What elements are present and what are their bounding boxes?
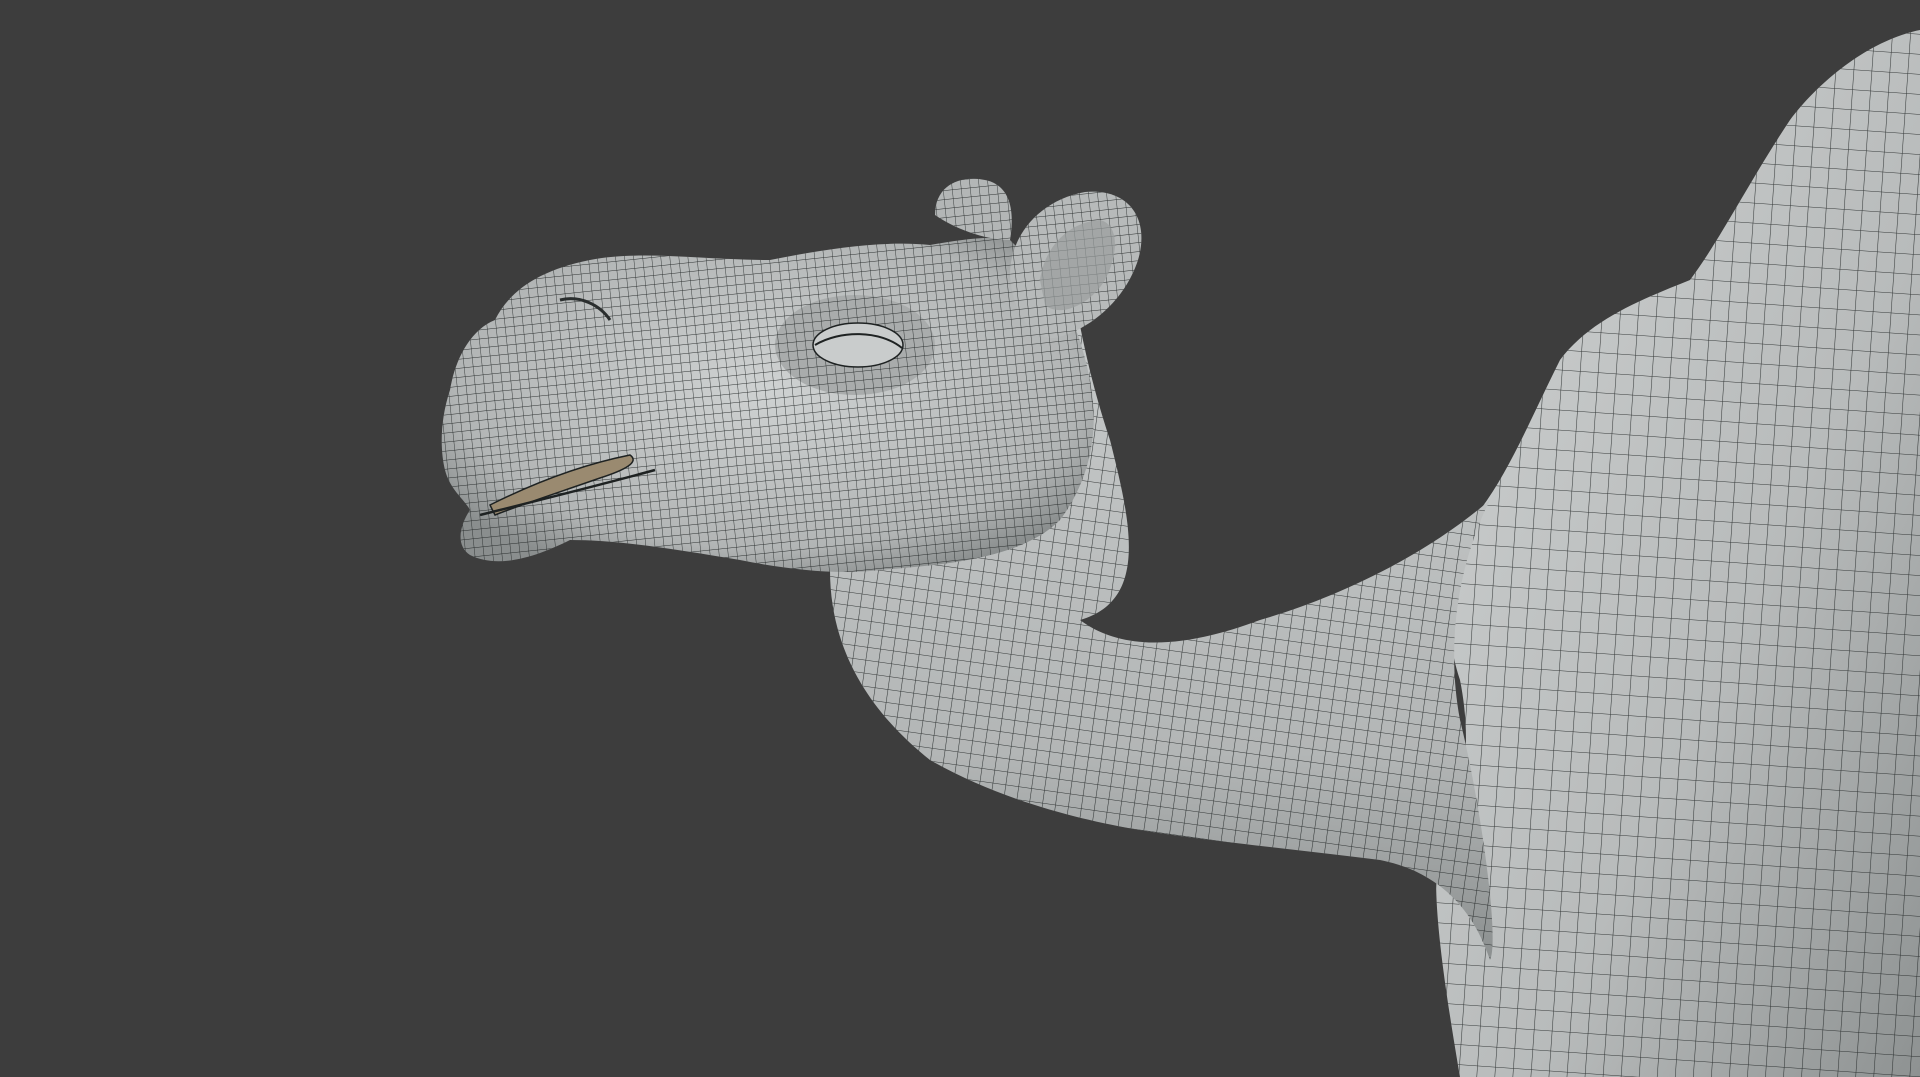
camel-head <box>441 237 1094 572</box>
camel-model <box>441 30 1920 1077</box>
camel-eye <box>775 295 935 395</box>
3d-viewport[interactable] <box>0 0 1920 1077</box>
camel-ear-back <box>935 178 1012 240</box>
camel-body <box>1436 30 1920 1077</box>
camel-ear-front <box>1010 191 1142 339</box>
